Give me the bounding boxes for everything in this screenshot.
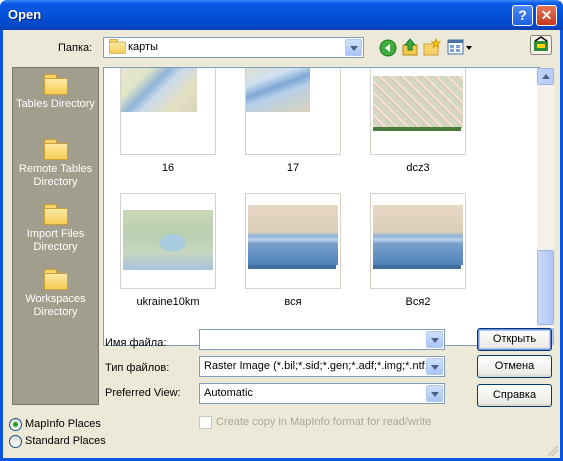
thumbnail bbox=[245, 68, 341, 155]
standard-places-radio[interactable] bbox=[9, 435, 22, 448]
thumbnail bbox=[120, 68, 216, 155]
vertical-scrollbar[interactable] bbox=[537, 68, 554, 345]
place-remote-tables-directory[interactable]: Remote Tables Directory bbox=[13, 139, 98, 189]
thumbnail bbox=[370, 193, 466, 289]
place-label: Tables Directory bbox=[16, 98, 95, 110]
help-button[interactable]: Справка bbox=[477, 384, 552, 407]
file-name: ukraine10km bbox=[136, 296, 200, 308]
file-name: 17 bbox=[286, 162, 300, 174]
preferred-view-value: Automatic bbox=[204, 387, 253, 399]
open-button[interactable]: Открыть bbox=[477, 328, 552, 351]
place-workspaces-directory[interactable]: Workspaces Directory bbox=[13, 269, 98, 319]
file-list[interactable]: 16 17 dcz3 ukraine10km вся Вся2 bbox=[103, 67, 540, 346]
new-folder-icon[interactable] bbox=[423, 38, 441, 56]
open-dialog: Open ? ✕ Папка: карты Tables Directory R… bbox=[0, 0, 563, 461]
place-tables-directory[interactable]: Tables Directory bbox=[13, 74, 98, 111]
places-bar: Tables Directory Remote Tables Directory… bbox=[12, 67, 99, 405]
mapinfo-tool-icon[interactable] bbox=[530, 35, 552, 55]
file-name: Вся2 bbox=[405, 296, 431, 308]
lookin-label: Папка: bbox=[58, 42, 93, 54]
filetype-label: Тип файлов: bbox=[105, 362, 170, 374]
view-menu-icon[interactable] bbox=[447, 38, 473, 56]
chevron-down-icon[interactable] bbox=[426, 385, 443, 402]
chevron-down-icon[interactable] bbox=[426, 358, 443, 375]
thumbnail bbox=[120, 193, 216, 289]
preferred-view-combo[interactable]: Automatic bbox=[199, 383, 445, 404]
place-label: Workspaces Directory bbox=[25, 293, 86, 318]
help-title-button[interactable]: ? bbox=[512, 5, 533, 26]
window-title: Open bbox=[8, 7, 42, 22]
resize-grip[interactable] bbox=[548, 446, 558, 456]
place-label: Import Files Directory bbox=[26, 228, 85, 253]
file-name: 16 bbox=[161, 162, 175, 174]
chevron-down-icon[interactable] bbox=[345, 39, 362, 56]
mapinfo-places-radio[interactable] bbox=[9, 418, 22, 431]
file-name: вся bbox=[284, 296, 302, 308]
filetype-value: Raster Image (*.bil;*.sid;*.gen;*.adf;*.… bbox=[204, 360, 426, 372]
folder-icon bbox=[43, 139, 68, 160]
back-icon[interactable] bbox=[379, 39, 397, 57]
folder-icon bbox=[109, 39, 126, 54]
create-copy-label: Create copy in MapInfo format for read/w… bbox=[216, 416, 432, 428]
file-name: dcz3 bbox=[406, 162, 430, 174]
cancel-button[interactable]: Отмена bbox=[477, 355, 552, 378]
place-import-files-directory[interactable]: Import Files Directory bbox=[13, 204, 98, 254]
mapinfo-places-label: MapInfo Places bbox=[25, 418, 101, 430]
preferred-view-label: Preferred View: bbox=[105, 387, 181, 399]
scroll-thumb[interactable] bbox=[537, 250, 554, 325]
create-copy-checkbox[interactable] bbox=[199, 416, 212, 429]
filename-combo[interactable] bbox=[199, 329, 445, 350]
thumbnail bbox=[245, 193, 341, 289]
dialog-body: Папка: карты Tables Directory Remote Tab… bbox=[3, 30, 560, 458]
thumbnail bbox=[370, 68, 466, 155]
standard-places-label: Standard Places bbox=[25, 435, 106, 447]
chevron-down-icon[interactable] bbox=[426, 331, 443, 348]
scroll-up-button[interactable] bbox=[537, 68, 554, 85]
filetype-combo[interactable]: Raster Image (*.bil;*.sid;*.gen;*.adf;*.… bbox=[199, 356, 445, 377]
up-folder-icon[interactable] bbox=[401, 38, 419, 56]
folder-icon bbox=[43, 269, 68, 290]
place-label: Remote Tables Directory bbox=[18, 163, 93, 188]
close-button[interactable]: ✕ bbox=[536, 5, 557, 26]
lookin-value: карты bbox=[128, 41, 158, 53]
title-bar[interactable]: Open ? ✕ bbox=[0, 0, 563, 30]
folder-icon bbox=[43, 204, 68, 225]
folder-icon bbox=[43, 74, 68, 95]
lookin-combo[interactable]: карты bbox=[103, 37, 364, 58]
filename-label: Имя файла: bbox=[105, 337, 167, 349]
